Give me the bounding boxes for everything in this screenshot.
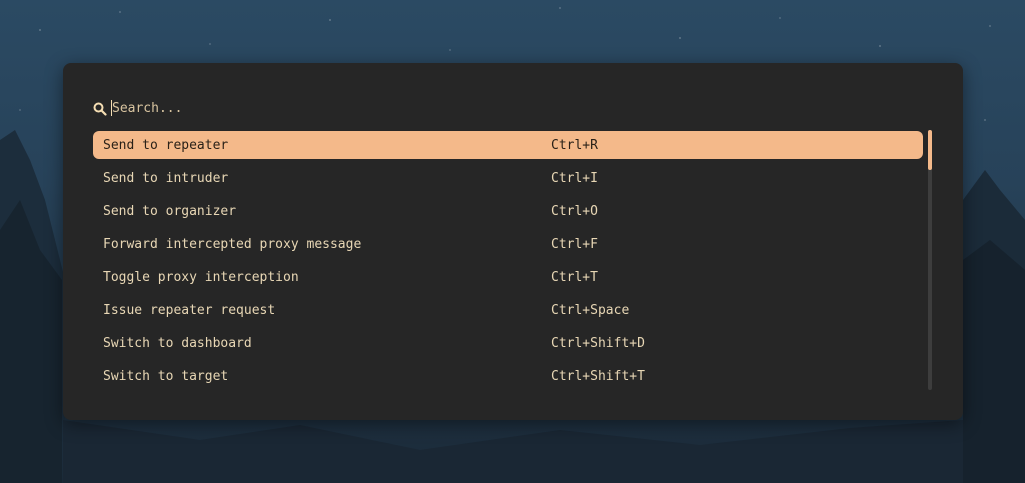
search-bar	[93, 98, 923, 118]
command-item-forward-intercepted-proxy-message[interactable]: Forward intercepted proxy message Ctrl+F	[93, 230, 923, 258]
command-shortcut: Ctrl+Shift+D	[551, 335, 645, 351]
command-item-toggle-proxy-interception[interactable]: Toggle proxy interception Ctrl+T	[93, 263, 923, 291]
command-shortcut: Ctrl+R	[551, 137, 598, 153]
command-shortcut: Ctrl+Shift+T	[551, 368, 645, 384]
command-label: Switch to dashboard	[103, 335, 252, 351]
search-icon	[93, 101, 107, 116]
command-list: Send to repeater Ctrl+R Send to intruder…	[93, 131, 923, 393]
command-item-send-to-intruder[interactable]: Send to intruder Ctrl+I	[93, 164, 923, 192]
command-shortcut: Ctrl+T	[551, 269, 598, 285]
command-item-send-to-organizer[interactable]: Send to organizer Ctrl+O	[93, 197, 923, 225]
command-item-issue-repeater-request[interactable]: Issue repeater request Ctrl+Space	[93, 296, 923, 324]
command-item-send-to-repeater[interactable]: Send to repeater Ctrl+R	[93, 131, 923, 159]
command-item-switch-to-target[interactable]: Switch to target Ctrl+Shift+T	[93, 362, 923, 390]
command-label: Switch to target	[103, 368, 229, 384]
scrollbar[interactable]	[928, 130, 932, 390]
command-label: Toggle proxy interception	[103, 269, 299, 285]
command-label: Issue repeater request	[103, 302, 276, 318]
scrollbar-thumb[interactable]	[928, 130, 932, 170]
command-palette: Send to repeater Ctrl+R Send to intruder…	[63, 63, 963, 420]
command-label: Send to organizer	[103, 203, 237, 219]
command-label: Send to repeater	[103, 137, 229, 153]
command-shortcut: Ctrl+O	[551, 203, 598, 219]
command-shortcut: Ctrl+I	[551, 170, 598, 186]
command-label: Forward intercepted proxy message	[103, 236, 362, 252]
search-input[interactable]	[112, 100, 712, 116]
command-shortcut: Ctrl+Space	[551, 302, 630, 318]
command-item-switch-to-dashboard[interactable]: Switch to dashboard Ctrl+Shift+D	[93, 329, 923, 357]
command-shortcut: Ctrl+F	[551, 236, 598, 252]
command-label: Send to intruder	[103, 170, 229, 186]
